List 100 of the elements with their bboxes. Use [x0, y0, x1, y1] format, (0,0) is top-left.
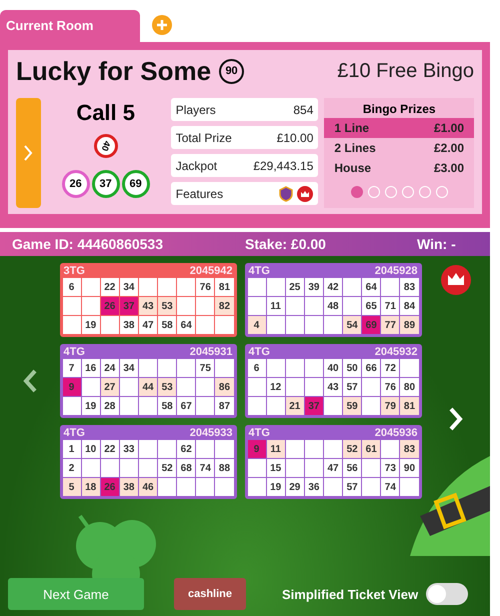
number-cell: 27 [100, 378, 119, 396]
ticket-serial: 2045936 [374, 426, 418, 438]
offer-text: £10 Free Bingo [337, 60, 474, 82]
number-cell: 83 [400, 278, 419, 296]
add-tab-button[interactable] [152, 15, 172, 35]
number-cell: 50 [343, 359, 362, 377]
number-cell: 24 [100, 359, 119, 377]
ticket-type: 3TG [64, 264, 85, 276]
prize-name: House [334, 161, 372, 175]
number-cell: 46 [138, 478, 158, 496]
number-cell: 64 [362, 278, 380, 296]
number-cell: 43 [138, 297, 158, 315]
number-cell: 76 [381, 378, 400, 396]
number-cell: 64 [177, 316, 196, 334]
prize-amount: £2.00 [434, 141, 464, 155]
number-cell: 11 [266, 297, 285, 315]
ticket-type: 4TG [248, 264, 270, 276]
number-cell: 2 [62, 459, 81, 477]
prize-name: 1 Line [334, 121, 370, 135]
cashline-button[interactable]: cashline [174, 578, 246, 610]
info-label: Total Prize [176, 130, 232, 144]
number-cell: 57 [343, 478, 362, 496]
ticket-type: 4TG [248, 346, 270, 358]
ticket-serial: 2045933 [190, 426, 233, 438]
number-cell: 54 [343, 316, 362, 334]
number-cell: 81 [400, 397, 419, 415]
prize-amount: £1.00 [434, 121, 464, 135]
number-cell: 87 [215, 397, 234, 415]
next-game-button[interactable]: Next Game [8, 578, 144, 610]
ticket-type: 4TG [64, 346, 85, 358]
number-cell: 53 [158, 297, 176, 315]
win-text: Win: - [417, 236, 456, 252]
number-cell: 56 [343, 459, 362, 477]
number-cell: 34 [120, 359, 138, 377]
info-value: 854 [293, 102, 314, 116]
number-cell: 40 [324, 359, 342, 377]
ball-type-badge: 90 [219, 58, 244, 84]
shield-icon [278, 186, 294, 202]
number-cell: 83 [400, 440, 419, 458]
prize-amount: £3.00 [434, 161, 464, 175]
number-cell: 9 [62, 378, 81, 396]
number-cell: 22 [100, 278, 119, 296]
number-cell: 42 [324, 278, 342, 296]
game-id: Game ID: 44460860533 [12, 236, 164, 252]
number-cell: 86 [215, 378, 234, 396]
number-cell: 48 [324, 297, 342, 315]
number-cell: 9 [248, 440, 266, 458]
number-cell: 44 [138, 378, 158, 396]
number-cell: 52 [158, 459, 176, 477]
crown-icon [297, 186, 314, 202]
expand-button[interactable] [16, 98, 41, 208]
chevron-left-icon[interactable] [22, 369, 37, 393]
number-cell: 37 [304, 397, 323, 415]
number-cell: 80 [400, 378, 419, 396]
number-cell: 29 [286, 478, 304, 496]
page-dot[interactable] [350, 186, 363, 198]
number-cell: 58 [158, 316, 176, 334]
number-cell: 75 [196, 359, 214, 377]
number-cell: 82 [215, 297, 234, 315]
ticket-type: 4TG [64, 426, 85, 438]
number-cell: 38 [120, 478, 138, 496]
plus-icon [156, 19, 168, 31]
number-cell: 59 [343, 397, 362, 415]
info-value: £10.00 [276, 130, 314, 144]
current-ball: 40 [94, 134, 118, 158]
number-cell: 1 [62, 440, 81, 458]
info-value: £29,443.15 [253, 158, 314, 172]
info-label: Features [176, 186, 224, 200]
number-cell: 39 [304, 278, 323, 296]
number-cell: 65 [362, 297, 380, 315]
number-cell: 66 [362, 359, 380, 377]
number-cell: 15 [266, 459, 285, 477]
view-toggle[interactable] [426, 583, 468, 605]
number-cell: 43 [324, 378, 342, 396]
stake-text: Stake: £0.00 [245, 236, 327, 252]
number-cell: 21 [286, 397, 304, 415]
number-cell: 4 [248, 316, 266, 334]
number-cell: 77 [381, 316, 400, 334]
toggle-label: Simplified Ticket View [282, 586, 418, 602]
number-cell: 38 [120, 316, 138, 334]
number-cell: 6 [248, 359, 266, 377]
number-cell: 26 [100, 297, 119, 315]
call-count: Call 5 [76, 100, 136, 126]
chevron-right-icon[interactable] [448, 407, 463, 431]
info-label: Players [176, 102, 216, 116]
ticket-serial: 2045942 [190, 264, 233, 276]
prizes-title: Bingo Prizes [362, 102, 437, 116]
number-cell: 47 [138, 316, 158, 334]
number-cell: 84 [400, 297, 419, 315]
number-cell: 19 [266, 478, 285, 496]
chevron-right-icon [23, 144, 34, 162]
number-cell: 47 [324, 459, 342, 477]
crown-icon[interactable] [440, 265, 471, 295]
number-cell: 6 [62, 278, 81, 296]
number-cell: 67 [177, 397, 196, 415]
number-cell: 74 [381, 478, 400, 496]
room-tab[interactable]: Current Room [0, 10, 140, 42]
number-cell: 36 [304, 478, 323, 496]
number-cell: 89 [400, 316, 419, 334]
number-cell: 88 [215, 459, 234, 477]
